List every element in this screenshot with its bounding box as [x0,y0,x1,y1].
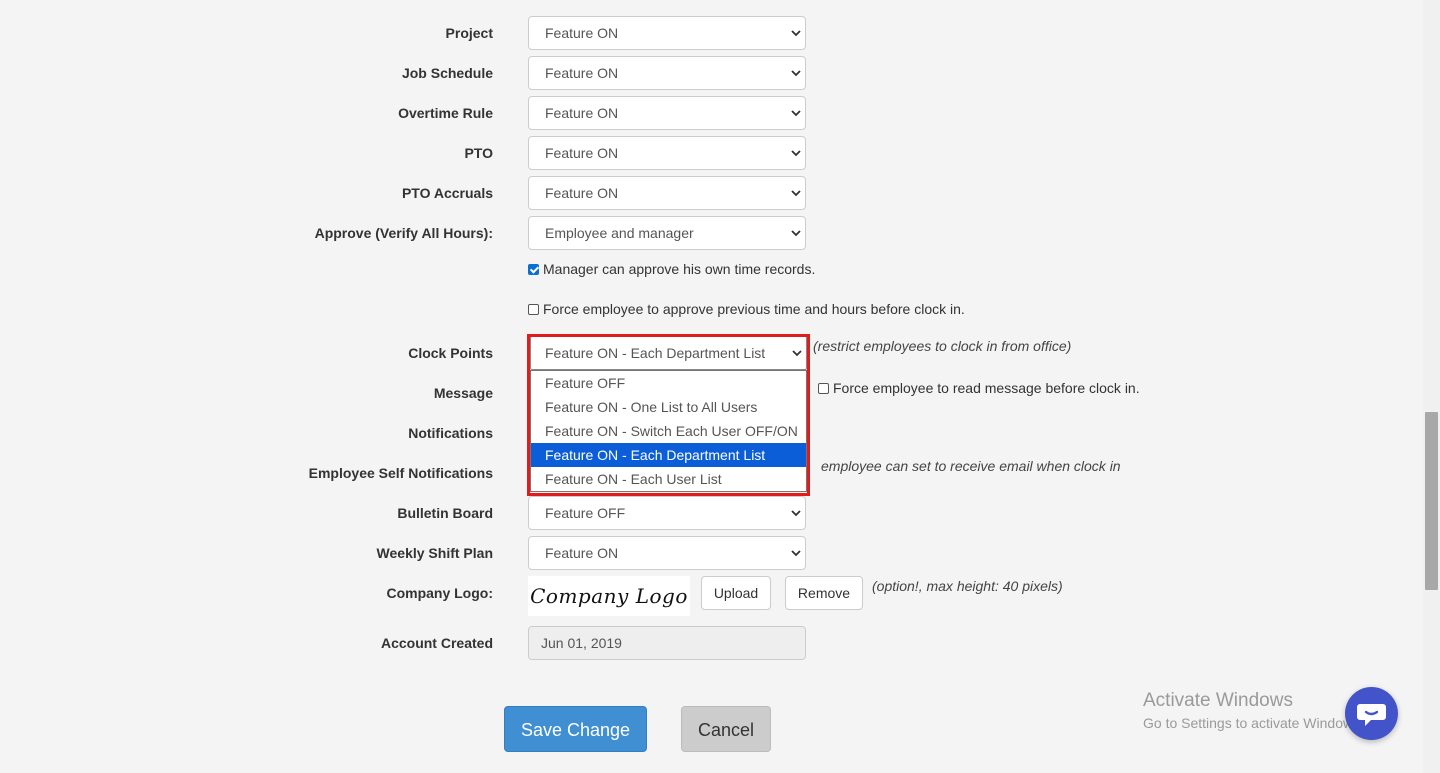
overtime-rule-row: Overtime Rule Feature ON [0,96,1420,130]
overtime-rule-select[interactable]: Feature ON [528,96,806,130]
dropdown-option-selected[interactable]: Feature ON - Each Department List [531,443,806,467]
notifications-label: Notifications [408,425,493,441]
approve-select-value: Employee and manager [545,225,694,241]
chat-icon [1357,704,1386,726]
bulletin-board-row: Bulletin Board Feature OFF [0,496,1420,530]
pto-accruals-label: PTO Accruals [401,185,493,201]
force-read-message-option[interactable]: Force employee to read message before cl… [818,378,1140,398]
employee-self-notifications-hint: employee can set to receive email when c… [821,458,1121,474]
chevron-down-icon [791,70,801,77]
overtime-rule-select-value: Feature ON [545,105,619,121]
scrollbar-thumb[interactable] [1425,412,1438,590]
pto-accruals-select-value: Feature ON [545,185,619,201]
weekly-shift-plan-select-value: Feature ON [545,545,619,561]
chat-widget-button[interactable] [1345,687,1398,740]
clock-points-hint: (restrict employees to clock in from off… [813,338,1072,354]
project-select-value: Feature ON [545,25,619,41]
approve-label: Approve (Verify All Hours): [314,225,493,241]
clock-points-select[interactable]: Feature ON - Each Department List [530,336,807,370]
project-label: Project [445,25,493,41]
force-employee-approve-option[interactable]: Force employee to approve previous time … [528,299,965,319]
chevron-down-icon [791,190,801,197]
activate-windows-title: Activate Windows [1143,690,1293,711]
upload-button[interactable]: Upload [701,576,771,610]
force-employee-approve-checkbox[interactable] [528,304,539,315]
chevron-down-icon [792,350,802,357]
job-schedule-select[interactable]: Feature ON [528,56,806,90]
chevron-down-icon [791,550,801,557]
manager-approve-own-label: Manager can approve his own time records… [543,261,816,277]
company-logo-image: Company Logo [528,576,690,616]
bulletin-board-label: Bulletin Board [397,505,493,521]
dropdown-option[interactable]: Feature ON - Each User List [531,467,806,491]
force-employee-approve-label: Force employee to approve previous time … [543,301,965,317]
company-logo-hint: (option!, max height: 40 pixels) [872,578,1063,594]
dropdown-option[interactable]: Feature ON - Switch Each User OFF/ON [531,419,806,443]
clock-points-dropdown-list: Feature OFF Feature ON - One List to All… [530,370,807,492]
chevron-down-icon [791,230,801,237]
remove-button[interactable]: Remove [785,576,863,610]
activate-windows-subtitle: Go to Settings to activate Windows. [1143,715,1364,731]
vertical-scrollbar[interactable] [1423,0,1440,773]
dropdown-option[interactable]: Feature ON - One List to All Users [531,395,806,419]
pto-select-value: Feature ON [545,145,619,161]
pto-row: PTO Feature ON [0,136,1420,170]
job-schedule-row: Job Schedule Feature ON [0,56,1420,90]
approve-select[interactable]: Employee and manager [528,216,806,250]
job-schedule-label: Job Schedule [401,65,493,81]
chevron-down-icon [791,30,801,37]
project-select[interactable]: Feature ON [528,16,806,50]
clock-points-label: Clock Points [408,345,493,361]
save-change-button[interactable]: Save Change [504,706,647,752]
account-created-field: Jun 01, 2019 [528,626,806,660]
chevron-down-icon [791,510,801,517]
project-row: Project Feature ON [0,16,1420,50]
dropdown-option[interactable]: Feature OFF [531,371,806,395]
pto-accruals-select[interactable]: Feature ON [528,176,806,210]
company-logo-label: Company Logo: [386,585,493,601]
weekly-shift-plan-select[interactable]: Feature ON [528,536,806,570]
cancel-button[interactable]: Cancel [681,706,771,752]
force-read-message-label: Force employee to read message before cl… [833,380,1140,396]
pto-label: PTO [464,145,493,161]
bulletin-board-select[interactable]: Feature OFF [528,496,806,530]
overtime-rule-label: Overtime Rule [398,105,493,121]
weekly-shift-plan-label: Weekly Shift Plan [376,545,493,561]
approve-row: Approve (Verify All Hours): Employee and… [0,216,1420,250]
manager-approve-own-option[interactable]: Manager can approve his own time records… [528,259,815,279]
chevron-down-icon [791,110,801,117]
bulletin-board-select-value: Feature OFF [545,505,626,521]
pto-accruals-row: PTO Accruals Feature ON [0,176,1420,210]
chevron-down-icon [791,150,801,157]
clock-points-select-value: Feature ON - Each Department List [545,345,766,361]
account-created-label: Account Created [380,635,493,651]
message-label: Message [433,385,493,401]
job-schedule-select-value: Feature ON [545,65,619,81]
pto-select[interactable]: Feature ON [528,136,806,170]
manager-approve-own-checkbox[interactable] [528,264,539,275]
weekly-shift-plan-row: Weekly Shift Plan Feature ON [0,536,1420,570]
employee-self-notifications-label: Employee Self Notifications [308,465,493,481]
clock-points-row: Clock Points Feature ON - Each Departmen… [0,336,1420,370]
force-read-message-checkbox[interactable] [818,383,829,394]
